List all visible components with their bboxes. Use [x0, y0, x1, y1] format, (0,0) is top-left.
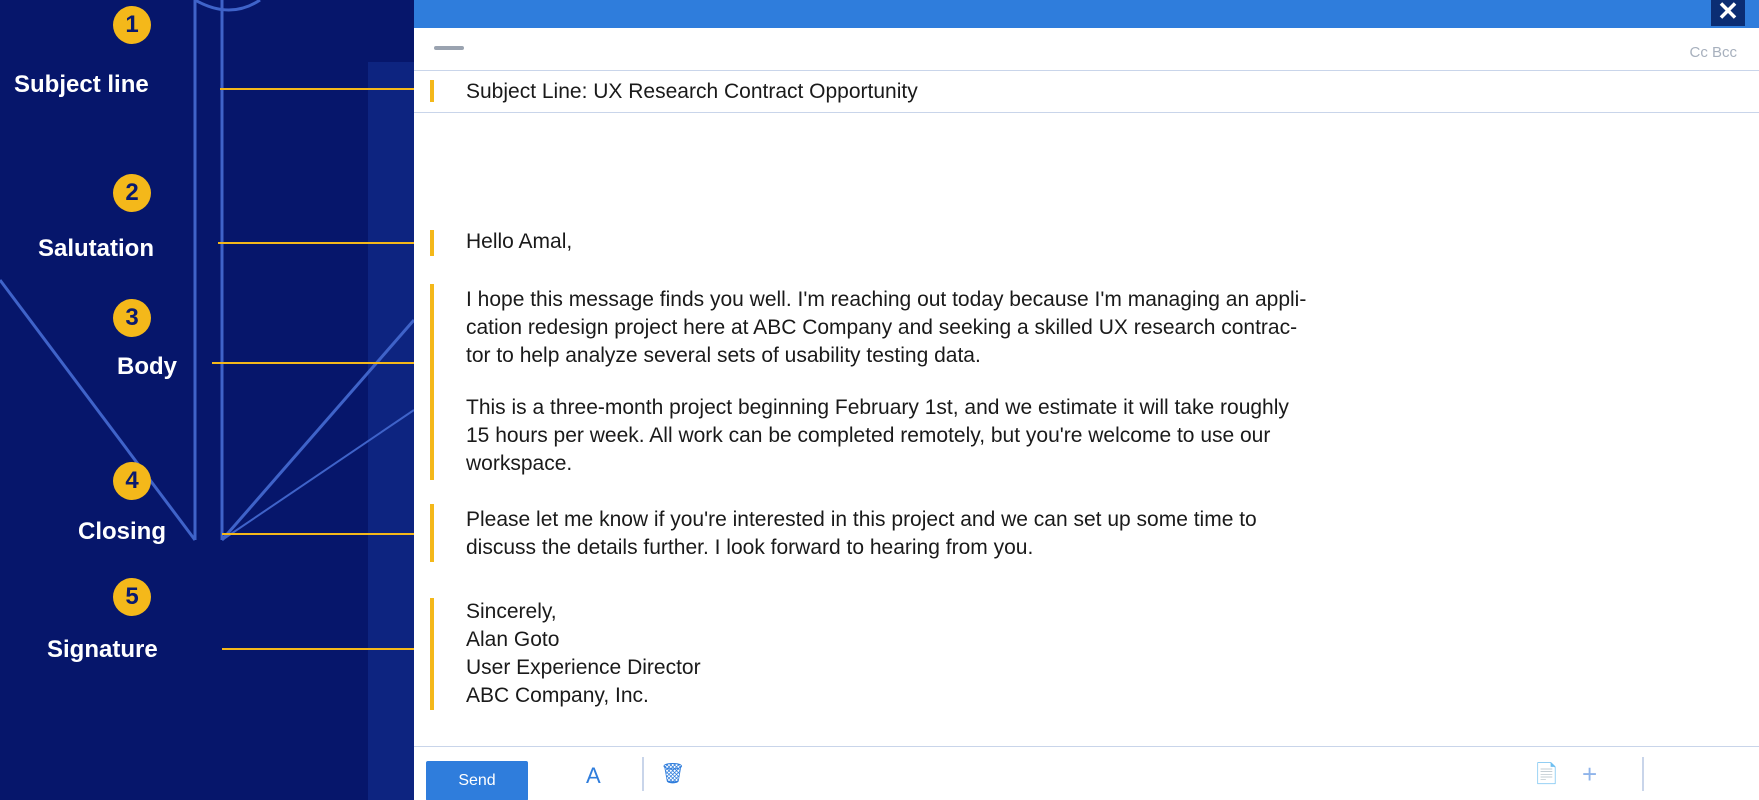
background-panel [368, 62, 414, 800]
body-line: tor to help analyze several sets of usab… [466, 344, 981, 367]
subject-bracket [430, 80, 434, 102]
toolbar-divider [1642, 757, 1644, 791]
step-4-badge: 4 [113, 462, 151, 500]
signature-line: Alan Goto [466, 628, 560, 651]
step-5-badge: 5 [113, 578, 151, 616]
step-4-label: Closing [78, 518, 166, 545]
background-line [194, 0, 261, 12]
salutation-bracket [430, 230, 434, 256]
attachment-icon[interactable]: 📄 [1534, 761, 1559, 786]
closing-bracket [430, 504, 434, 562]
signature-bracket [430, 598, 434, 710]
body-line: This is a three-month project beginning … [466, 396, 1289, 419]
subject-text: Subject Line: UX Research Contract Oppor… [466, 80, 918, 103]
body-line: cation redesign project here at ABC Comp… [466, 316, 1298, 339]
step-3-badge: 3 [113, 299, 151, 337]
cc-bcc-link[interactable]: Cc Bcc [1689, 44, 1737, 61]
subject-field[interactable]: Subject Line: UX Research Contract Oppor… [414, 70, 1759, 113]
email-compose-window: ✕ Cc Bcc Subject Line: UX Research Contr… [414, 0, 1759, 800]
step-3-label: Body [117, 353, 177, 380]
decorative-background-lines [0, 0, 414, 800]
step-1-badge: 1 [113, 6, 151, 44]
body-bracket [430, 284, 434, 480]
signature-line: User Experience Director [466, 656, 701, 679]
signature-connector [222, 648, 430, 650]
salutation-text: Hello Amal, [466, 230, 573, 253]
closing-line: Please let me know if you're interested … [466, 508, 1257, 531]
salutation-connector [218, 242, 430, 244]
body-connector [212, 362, 430, 364]
signature-line: ABC Company, Inc. [466, 684, 649, 707]
step-5-label: Signature [47, 636, 158, 663]
send-button[interactable]: Send [426, 761, 528, 800]
plus-icon[interactable]: + [1582, 759, 1597, 790]
trash-icon[interactable]: 🗑 [660, 761, 685, 786]
subject-connector [220, 88, 430, 90]
step-2-label: Salutation [38, 235, 155, 262]
close-icon[interactable]: ✕ [1711, 0, 1745, 26]
body-line: 15 hours per week. All work can be compl… [466, 424, 1271, 447]
minimize-icon[interactable] [434, 46, 464, 50]
compose-toolbar: Send A 🗑 📄 + [414, 746, 1759, 800]
signature-line: Sincerely, [466, 600, 557, 623]
step-1-label: Subject line [14, 71, 149, 98]
step-2-badge: 2 [113, 174, 151, 212]
closing-connector [222, 533, 430, 535]
background-line [0, 279, 197, 541]
recipient-row[interactable]: Cc Bcc [414, 28, 1759, 71]
body-line: I hope this message finds you well. I'm … [466, 288, 1307, 311]
stage: 1 Subject line 2 Salutation 3 Body 4 Clo… [0, 0, 1759, 800]
body-line: workspace. [466, 452, 573, 475]
text-format-icon[interactable]: A [586, 763, 601, 789]
closing-line: discuss the details further. I look forw… [466, 536, 1034, 559]
title-bar: ✕ [414, 0, 1759, 28]
toolbar-divider [642, 757, 644, 791]
